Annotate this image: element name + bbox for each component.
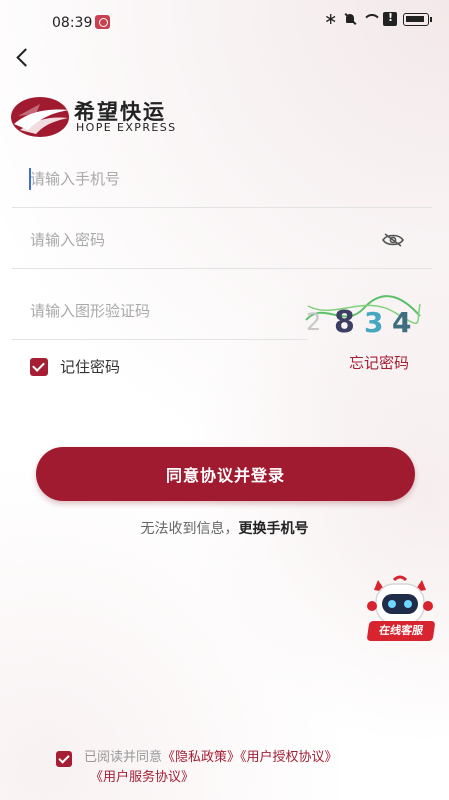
no-sms-text: 无法收到信息， bbox=[140, 521, 239, 537]
mute-icon bbox=[343, 12, 357, 26]
online-service-badge[interactable]: 在线客服 bbox=[366, 621, 436, 641]
back-button[interactable] bbox=[10, 44, 36, 70]
privacy-policy-link[interactable]: 《隐私政策》 bbox=[162, 750, 240, 765]
captcha-field bbox=[12, 282, 350, 340]
wifi-icon bbox=[363, 12, 377, 26]
service-agreement-link[interactable]: 《用户服务协议》 bbox=[90, 768, 416, 788]
agreement-checkbox[interactable] bbox=[56, 751, 72, 767]
battery-icon bbox=[403, 12, 432, 26]
alert-icon bbox=[383, 11, 397, 26]
phone-input[interactable] bbox=[30, 166, 350, 192]
bluetooth-icon bbox=[323, 9, 337, 28]
agreement-prefix: 已阅读并同意 bbox=[84, 750, 163, 765]
captcha-input[interactable] bbox=[30, 298, 350, 324]
app-notification-icon bbox=[95, 15, 110, 29]
text-caret bbox=[29, 168, 31, 190]
remember-password[interactable]: 记住密码 bbox=[30, 356, 120, 377]
status-icons bbox=[323, 9, 432, 28]
change-phone-link[interactable]: 更换手机号 bbox=[239, 521, 309, 537]
remember-checkbox[interactable] bbox=[30, 357, 48, 376]
status-bar: 08:39 bbox=[0, 0, 449, 44]
password-field bbox=[12, 211, 432, 269]
login-button[interactable]: 同意协议并登录 bbox=[36, 447, 415, 501]
logo-mark-icon bbox=[11, 97, 70, 137]
captcha-digit: 4 bbox=[392, 306, 411, 338]
captcha-digit: 3 bbox=[364, 306, 383, 338]
authorization-agreement-link[interactable]: 《用户授权协议》 bbox=[240, 750, 338, 765]
captcha-digit: 2 bbox=[306, 308, 321, 336]
status-time: 08:39 bbox=[52, 15, 93, 31]
phone-field bbox=[12, 150, 432, 208]
agreement-line-1: 已阅读并同意《隐私政策》《用户授权协议》 bbox=[84, 748, 416, 768]
agreement: 已阅读并同意《隐私政策》《用户授权协议》 《用户服务协议》 bbox=[56, 748, 416, 788]
remember-label: 记住密码 bbox=[60, 358, 121, 376]
eye-off-icon[interactable] bbox=[382, 233, 404, 247]
brand-logo: 希望快运 HOPE EXPRESS bbox=[10, 94, 210, 142]
forgot-password-link[interactable]: 忘记密码 bbox=[349, 352, 409, 373]
password-input[interactable] bbox=[30, 227, 350, 253]
captcha-image[interactable]: 2 8 3 4 bbox=[304, 290, 422, 338]
captcha-digit: 8 bbox=[334, 305, 355, 338]
change-phone-row: 无法收到信息，更换手机号 bbox=[0, 518, 449, 538]
brand-name-en: HOPE EXPRESS bbox=[76, 121, 177, 134]
